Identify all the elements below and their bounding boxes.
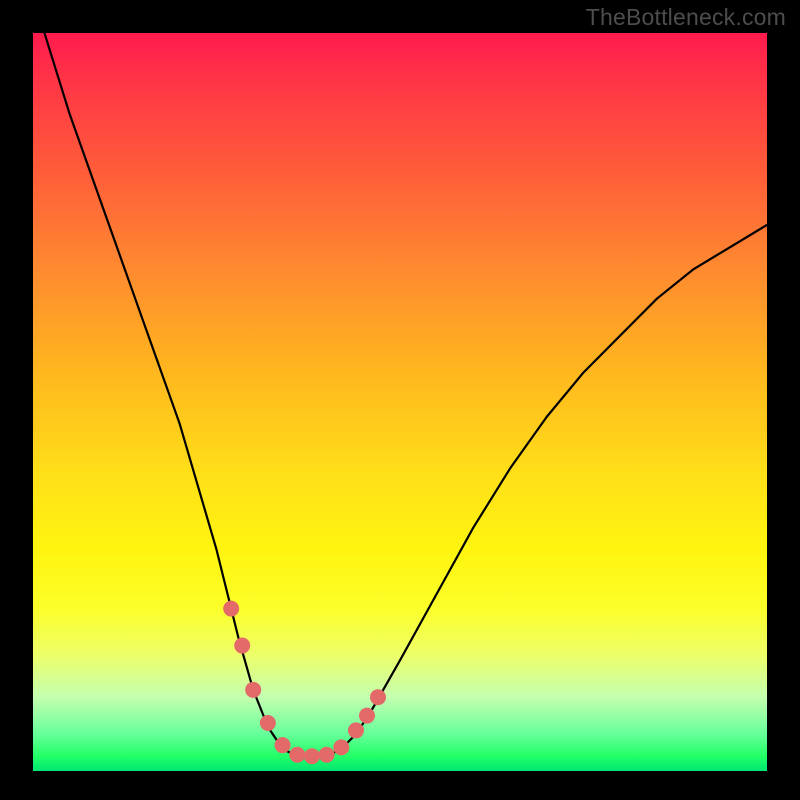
chart-markers xyxy=(223,601,386,765)
marker-dot xyxy=(245,682,261,698)
marker-dot xyxy=(223,601,239,617)
outer-frame: TheBottleneck.com xyxy=(0,0,800,800)
chart-curve xyxy=(33,0,767,756)
watermark-text: TheBottleneck.com xyxy=(586,4,786,31)
marker-dot xyxy=(234,638,250,654)
marker-dot xyxy=(275,737,291,753)
plot-area xyxy=(33,33,767,771)
marker-dot xyxy=(348,722,364,738)
marker-dot xyxy=(370,689,386,705)
marker-dot xyxy=(260,715,276,731)
chart-svg xyxy=(33,33,767,771)
marker-dot xyxy=(289,747,305,763)
marker-dot xyxy=(359,708,375,724)
marker-dot xyxy=(319,747,335,763)
marker-dot xyxy=(304,748,320,764)
marker-dot xyxy=(333,739,349,755)
